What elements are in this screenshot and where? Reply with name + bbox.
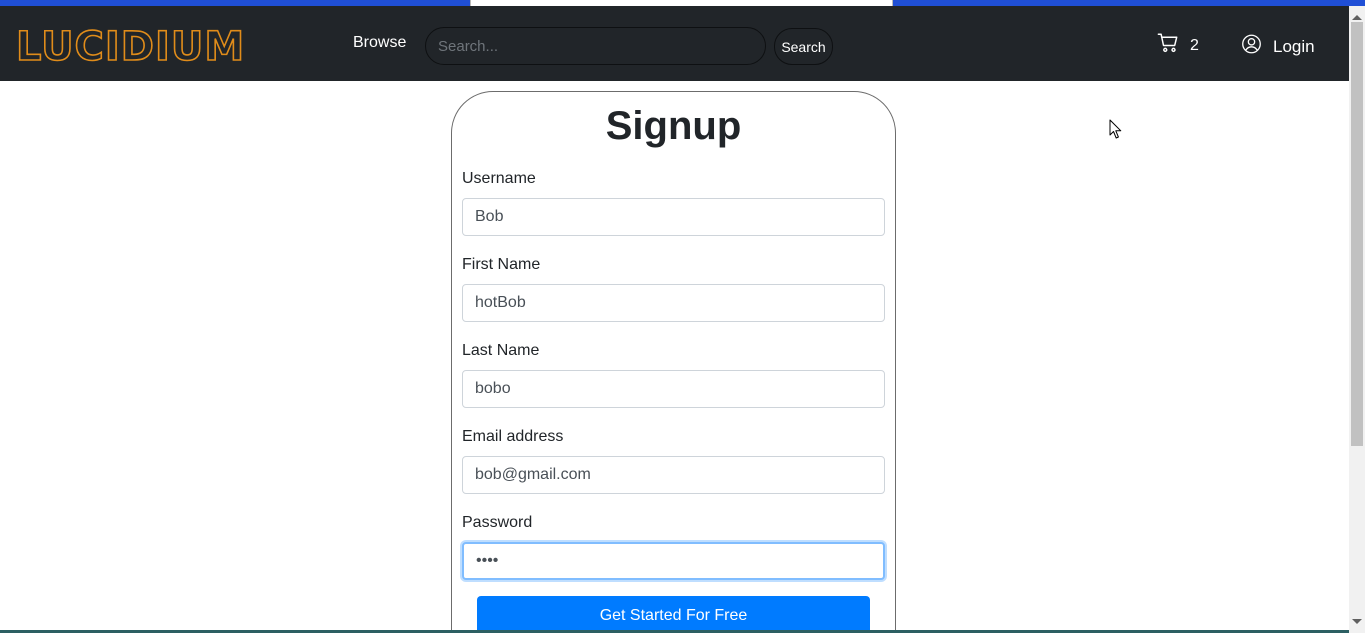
brand-logo-text: LUCIDIUM: [16, 24, 244, 66]
first-name-label: First Name: [462, 256, 541, 273]
username-field[interactable]: [462, 198, 885, 236]
scroll-down-arrow-icon[interactable]: [1352, 619, 1362, 624]
email-label: Email address: [462, 428, 564, 445]
login-button[interactable]: Login: [1241, 32, 1315, 61]
scrollbar-thumb[interactable]: [1351, 22, 1363, 446]
navbar: LUCIDIUM Browse Search 2 Login: [0, 6, 1349, 81]
username-label: Username: [462, 170, 536, 187]
cart-count: 2: [1190, 36, 1199, 54]
password-field[interactable]: [462, 542, 885, 580]
brand-logo[interactable]: LUCIDIUM: [14, 24, 244, 66]
browse-link[interactable]: Browse: [353, 34, 406, 52]
search-button[interactable]: Search: [774, 28, 833, 65]
mouse-pointer-icon: [1109, 119, 1123, 145]
get-started-button[interactable]: Get Started For Free: [477, 596, 870, 633]
signup-title: Signup: [605, 104, 742, 148]
cart-icon: [1157, 32, 1179, 59]
login-label: Login: [1273, 36, 1315, 56]
last-name-field[interactable]: [462, 370, 885, 408]
user-circle-icon: [1241, 32, 1262, 61]
password-label: Password: [462, 514, 533, 531]
cart-button[interactable]: 2: [1157, 32, 1199, 59]
first-name-field[interactable]: [462, 284, 885, 322]
search-input[interactable]: [425, 27, 766, 65]
last-name-label: Last Name: [462, 342, 540, 359]
scroll-up-arrow-icon[interactable]: [1352, 15, 1362, 20]
email-field[interactable]: [462, 456, 885, 494]
